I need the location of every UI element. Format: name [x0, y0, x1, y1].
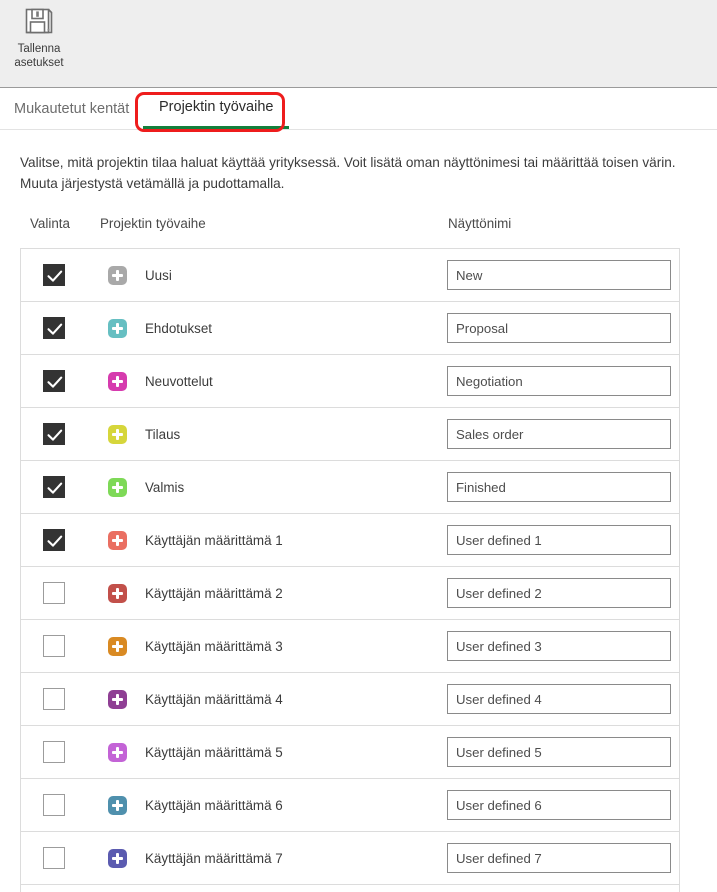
table-row[interactable]: Käyttäjän määrittämä 1	[21, 514, 679, 567]
stage-color-plus-icon[interactable]	[108, 637, 127, 656]
stage-settings-table: Valinta Projektin työvaihe Näyttönimi Uu…	[20, 216, 697, 892]
row-checkbox-checked[interactable]	[43, 529, 65, 551]
stage-name-label: Käyttäjän määrittämä 2	[145, 586, 283, 601]
table-row[interactable]: Käyttäjän määrittämä 3	[21, 620, 679, 673]
table-column-headers: Valinta Projektin työvaihe Näyttönimi	[20, 216, 697, 248]
stage-name-label: Tilaus	[145, 427, 180, 442]
column-header-display-name: Näyttönimi	[448, 216, 511, 231]
display-name-input[interactable]	[447, 419, 671, 449]
save-label-line2: asetukset	[14, 57, 63, 69]
toolbar: Tallenna asetukset	[0, 0, 717, 88]
stage-color-plus-icon[interactable]	[108, 531, 127, 550]
table-row[interactable]: Käyttäjän määrittämä 6	[21, 779, 679, 832]
row-checkbox-checked[interactable]	[43, 423, 65, 445]
table-row[interactable]: Käyttäjän määrittämä 7	[21, 832, 679, 885]
row-checkbox-checked[interactable]	[43, 264, 65, 286]
table-row[interactable]: Käyttäjän määrittämä 2	[21, 567, 679, 620]
stage-name-label: Valmis	[145, 480, 184, 495]
stage-color-plus-icon[interactable]	[108, 478, 127, 497]
save-settings-label: Tallenna asetukset	[14, 42, 63, 70]
row-checkbox-unchecked[interactable]	[43, 847, 65, 869]
row-checkbox-unchecked[interactable]	[43, 741, 65, 763]
row-checkbox-checked[interactable]	[43, 476, 65, 498]
stage-color-plus-icon[interactable]	[108, 690, 127, 709]
stage-rows-container: Uusi Ehdotukset Neuvottelut Tilaus Valmis Käy…	[20, 248, 680, 892]
stage-name-label: Käyttäjän määrittämä 3	[145, 639, 283, 654]
table-row[interactable]: Neuvottelut	[21, 355, 679, 408]
floppy-disk-icon	[22, 4, 56, 38]
row-checkbox-unchecked[interactable]	[43, 688, 65, 710]
row-checkbox-checked[interactable]	[43, 317, 65, 339]
table-row[interactable]: Käyttäjän määrittämä 4	[21, 673, 679, 726]
page-description: Valitse, mitä projektin tilaa haluat käy…	[20, 152, 680, 194]
display-name-input[interactable]	[447, 843, 671, 873]
stage-color-plus-icon[interactable]	[108, 425, 127, 444]
row-checkbox-unchecked[interactable]	[43, 582, 65, 604]
row-checkbox-checked[interactable]	[43, 370, 65, 392]
stage-name-label: Käyttäjän määrittämä 4	[145, 692, 283, 707]
table-row[interactable]: Tilaus	[21, 408, 679, 461]
tab-mukautetut-kentat[interactable]: Mukautetut kentät	[8, 88, 135, 129]
stage-color-plus-icon[interactable]	[108, 584, 127, 603]
table-row[interactable]: Ehdotukset	[21, 302, 679, 355]
table-row[interactable]: Uusi	[21, 249, 679, 302]
tab-projektin-tyovaihe[interactable]: Projektin työvaihe	[143, 88, 289, 129]
display-name-input[interactable]	[447, 366, 671, 396]
stage-name-label: Käyttäjän määrittämä 6	[145, 798, 283, 813]
stage-color-plus-icon[interactable]	[108, 849, 127, 868]
stage-name-label: Uusi	[145, 268, 172, 283]
stage-color-plus-icon[interactable]	[108, 372, 127, 391]
save-label-line1: Tallenna	[18, 43, 61, 55]
save-settings-button[interactable]: Tallenna asetukset	[6, 2, 72, 72]
row-checkbox-unchecked[interactable]	[43, 635, 65, 657]
table-row[interactable]: Käyttäjän määrittämä 5	[21, 726, 679, 779]
stage-color-plus-icon[interactable]	[108, 796, 127, 815]
tab-bar: Mukautetut kentät Projektin työvaihe	[0, 88, 717, 130]
row-checkbox-unchecked[interactable]	[43, 794, 65, 816]
table-row[interactable]: Valmis	[21, 461, 679, 514]
stage-color-plus-icon[interactable]	[108, 319, 127, 338]
stage-name-label: Käyttäjän määrittämä 7	[145, 851, 283, 866]
display-name-input[interactable]	[447, 790, 671, 820]
column-header-selection: Valinta	[30, 216, 70, 231]
display-name-input[interactable]	[447, 684, 671, 714]
display-name-input[interactable]	[447, 631, 671, 661]
stage-name-label: Ehdotukset	[145, 321, 212, 336]
display-name-input[interactable]	[447, 472, 671, 502]
display-name-input[interactable]	[447, 313, 671, 343]
display-name-input[interactable]	[447, 578, 671, 608]
table-row[interactable]	[21, 885, 679, 892]
display-name-input[interactable]	[447, 525, 671, 555]
stage-color-plus-icon[interactable]	[108, 743, 127, 762]
stage-name-label: Neuvottelut	[145, 374, 213, 389]
stage-name-label: Käyttäjän määrittämä 1	[145, 533, 283, 548]
display-name-input[interactable]	[447, 737, 671, 767]
column-header-stage: Projektin työvaihe	[100, 216, 206, 231]
stage-name-label: Käyttäjän määrittämä 5	[145, 745, 283, 760]
stage-color-plus-icon[interactable]	[108, 266, 127, 285]
display-name-input[interactable]	[447, 260, 671, 290]
